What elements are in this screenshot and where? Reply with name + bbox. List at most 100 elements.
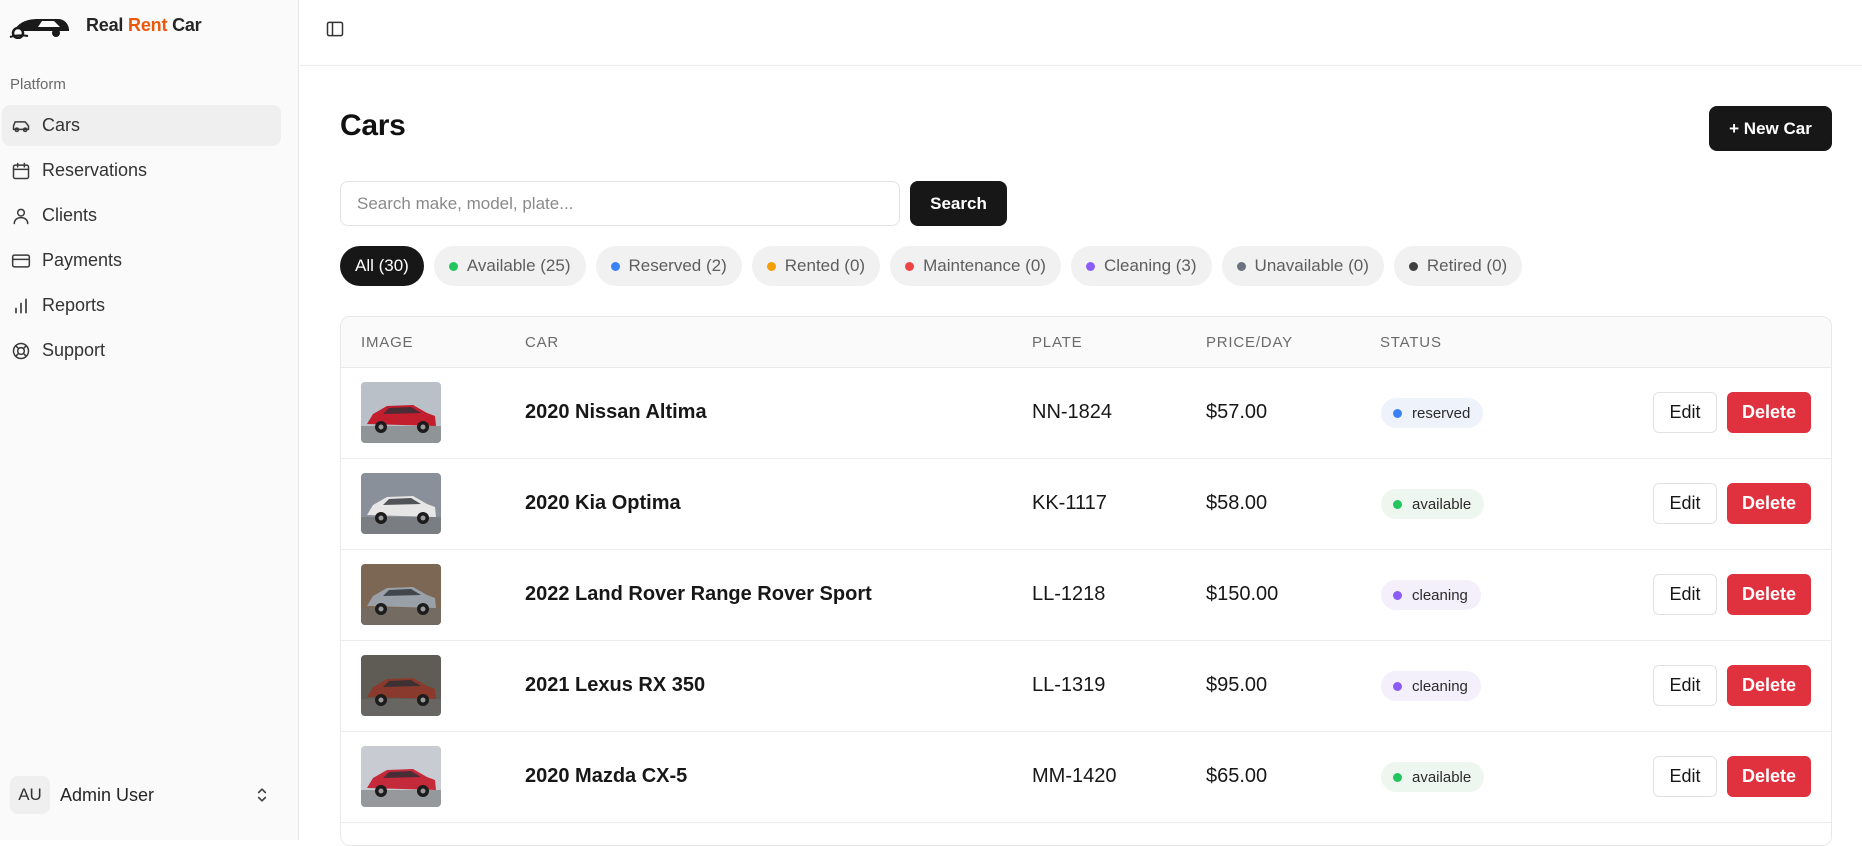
status-filter-bar: All (30) Available (25) Reserved (2) Ren… — [340, 246, 1523, 286]
delete-button[interactable]: Delete — [1727, 574, 1811, 615]
status-dot — [1236, 261, 1246, 271]
car-name: 2020 Kia Optima — [525, 492, 681, 514]
price-per-day: $57.00 — [1206, 401, 1268, 423]
sidebar-item-reports[interactable]: Reports — [2, 285, 281, 326]
filter-chip-label: Reserved (2) — [628, 256, 727, 275]
status-badge: reserved — [1381, 398, 1484, 428]
brand-name-accent: Rent — [128, 14, 168, 35]
filter-chip-label: Cleaning (3) — [1103, 256, 1197, 275]
status-label: available — [1412, 495, 1472, 513]
status-label: cleaning — [1412, 586, 1468, 604]
user-menu[interactable]: AU Admin User — [10, 776, 280, 814]
status-dot — [1408, 261, 1418, 271]
car-thumbnail — [361, 473, 441, 534]
status-dot — [1393, 590, 1402, 600]
calendar-icon — [11, 161, 31, 181]
status-dot — [1393, 408, 1402, 418]
car-name: 2020 Nissan Altima — [525, 401, 707, 423]
sidebar-item-label: Cars — [42, 115, 81, 135]
plate-number: MM-1420 — [1032, 765, 1117, 787]
status-dot — [1085, 261, 1095, 271]
plate-number: KK-1117 — [1032, 492, 1107, 514]
sidebar-item-label: Support — [42, 340, 106, 360]
car-name: 2020 Mazda CX-5 — [525, 765, 688, 787]
sidebar-item-label: Clients — [42, 205, 98, 225]
filter-chip-available[interactable]: Available (25) — [433, 246, 586, 286]
filter-chip-retired[interactable]: Retired (0) — [1393, 246, 1523, 286]
filter-chip-unavailable[interactable]: Unavailable (0) — [1221, 246, 1384, 286]
car-icon — [11, 116, 31, 136]
topbar — [300, 0, 1862, 66]
column-header-status: STATUS — [1380, 334, 1442, 351]
car-logo-icon — [9, 19, 69, 39]
status-badge: cleaning — [1381, 580, 1481, 610]
brand-name-part1: Real — [86, 14, 124, 35]
bar-chart-icon — [11, 296, 31, 316]
sidebar-item-label: Payments — [42, 250, 123, 270]
sidebar-nav: Cars Reservations Clients Payments Repor… — [0, 105, 299, 375]
status-dot — [766, 261, 776, 271]
column-header-plate: PLATE — [1032, 334, 1083, 351]
price-per-day: $95.00 — [1206, 674, 1268, 696]
sidebar-item-label: Reports — [42, 295, 106, 315]
car-thumbnail — [361, 746, 441, 807]
filter-chip-label: Rented (0) — [784, 256, 866, 275]
sidebar-item-support[interactable]: Support — [2, 330, 281, 371]
status-label: cleaning — [1412, 677, 1468, 695]
brand-logo[interactable]: Real Rent Car — [8, 12, 202, 39]
status-badge: available — [1381, 762, 1485, 792]
car-thumbnail — [361, 382, 441, 443]
filter-chip-cleaning[interactable]: Cleaning (3) — [1070, 246, 1212, 286]
status-dot — [1393, 681, 1402, 691]
search-input[interactable] — [340, 181, 900, 226]
edit-button[interactable]: Edit — [1653, 483, 1717, 524]
panel-left-icon — [325, 19, 345, 42]
plate-number: LL-1218 — [1032, 583, 1106, 605]
chevron-up-down-icon — [252, 785, 272, 805]
edit-button[interactable]: Edit — [1653, 392, 1717, 433]
delete-button[interactable]: Delete — [1727, 392, 1811, 433]
plate-number: LL-1319 — [1032, 674, 1106, 696]
brand-name: Real Rent Car — [86, 14, 202, 36]
table-row: 2020 Mazda CX-5 MM-1420 $65.00 available… — [341, 732, 1831, 823]
lifebuoy-icon — [11, 341, 31, 361]
filter-chip-maintenance[interactable]: Maintenance (0) — [890, 246, 1061, 286]
delete-button[interactable]: Delete — [1727, 756, 1811, 797]
status-dot — [448, 261, 458, 271]
status-label: available — [1412, 768, 1472, 786]
column-header-image: IMAGE — [361, 334, 414, 351]
sidebar-item-clients[interactable]: Clients — [2, 195, 281, 236]
table-row: 2020 Kia Optima KK-1117 $58.00 available… — [341, 459, 1831, 550]
table-row: 2020 Nissan Altima NN-1824 $57.00 reserv… — [341, 368, 1831, 459]
new-car-button[interactable]: + New Car — [1709, 106, 1832, 151]
status-badge: cleaning — [1381, 671, 1481, 701]
status-badge: available — [1381, 489, 1485, 519]
sidebar-item-reservations[interactable]: Reservations — [2, 150, 281, 191]
delete-button[interactable]: Delete — [1727, 665, 1811, 706]
edit-button[interactable]: Edit — [1653, 574, 1717, 615]
table-row: 2021 Lexus RX 350 LL-1319 $95.00 cleanin… — [341, 641, 1831, 732]
price-per-day: $150.00 — [1206, 583, 1279, 605]
edit-button[interactable]: Edit — [1653, 665, 1717, 706]
filter-chip-label: Maintenance (0) — [923, 256, 1046, 275]
sidebar: Real Rent Car Platform Cars Reservations… — [0, 0, 299, 840]
credit-card-icon — [11, 251, 31, 271]
filter-chip-all[interactable]: All (30) — [340, 246, 424, 286]
avatar: AU — [10, 776, 50, 814]
sidebar-item-payments[interactable]: Payments — [2, 240, 281, 281]
edit-button[interactable]: Edit — [1653, 756, 1717, 797]
status-dot — [1393, 772, 1402, 782]
price-per-day: $65.00 — [1206, 765, 1268, 787]
filter-chip-rented[interactable]: Rented (0) — [751, 246, 881, 286]
sidebar-item-cars[interactable]: Cars — [2, 105, 281, 146]
price-per-day: $58.00 — [1206, 492, 1268, 514]
filter-chip-label: All (30) — [355, 256, 409, 275]
search-button[interactable]: Search — [910, 181, 1007, 226]
sidebar-toggle-button[interactable] — [320, 15, 350, 45]
status-dot — [1393, 499, 1402, 509]
delete-button[interactable]: Delete — [1727, 483, 1811, 524]
filter-chip-reserved[interactable]: Reserved (2) — [595, 246, 742, 286]
cars-table: IMAGE CAR PLATE PRICE/DAY STATUS 2020 Ni… — [340, 316, 1832, 846]
page-title: Cars — [340, 109, 406, 142]
column-header-car: CAR — [525, 334, 560, 351]
